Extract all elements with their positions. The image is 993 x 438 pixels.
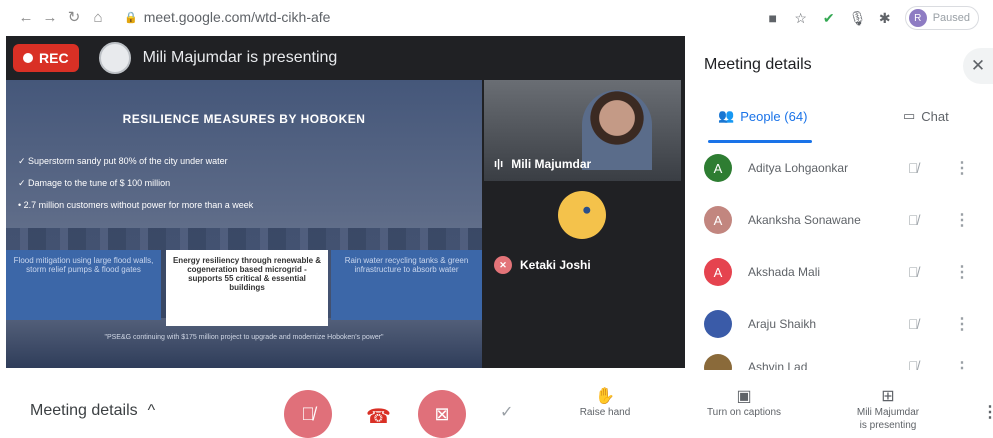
- captions-label: Turn on captions: [706, 407, 782, 418]
- people-icon: 👥: [718, 108, 735, 123]
- slide-bullets: ✓ Superstorm sandy put 80% of the city u…: [18, 150, 253, 216]
- participant-name: Araju Shaikh: [748, 317, 817, 331]
- record-dot-icon: [23, 53, 33, 63]
- mic-off-icon[interactable]: 🎙̸: [908, 316, 919, 332]
- slide-bullet: • 2.7 million customers without power fo…: [18, 200, 254, 210]
- camera-icon[interactable]: ■: [765, 10, 781, 26]
- close-icon[interactable]: ✕: [963, 48, 993, 84]
- reload-icon[interactable]: ↻: [62, 8, 86, 26]
- slide-box-rainwater: Rain water recycling tanks & green infra…: [331, 250, 482, 320]
- puzzle-icon[interactable]: ✱: [877, 10, 893, 27]
- presenting-title: Mili Majumdar is presenting: [142, 49, 338, 66]
- participant-name: Aditya Lohgaonkar: [748, 161, 849, 175]
- panel-tabs: 👥 People (64) ▭ Chat: [686, 104, 993, 143]
- profile-button[interactable]: R Paused: [904, 6, 979, 30]
- present-screen-icon: ⊞: [881, 388, 895, 405]
- presenting-line2: is presenting: [859, 420, 917, 431]
- participant-video: [582, 90, 652, 170]
- forward-arrow-icon[interactable]: →: [38, 9, 62, 26]
- people-list: A Aditya Lohgaonkar 🎙̸ ⋮ A Akanksha Sona…: [686, 142, 993, 374]
- rec-label: REC: [39, 50, 69, 66]
- recording-badge: REC: [13, 44, 79, 72]
- meeting-details-toggle[interactable]: Meeting details ^: [30, 402, 155, 420]
- meeting-stage: REC Mili Majumdar is presenting RESILIEN…: [6, 36, 685, 368]
- slide-box-energy: Energy resiliency through renewable & co…: [166, 250, 328, 326]
- participant-name: Akshada Mali: [748, 265, 821, 279]
- presenting-line1: Mili Majumdar: [856, 407, 920, 418]
- tile-name: Mili Majumdar: [511, 157, 592, 171]
- mic-off-icon[interactable]: 🎙̸: [908, 264, 919, 280]
- mic-off-icon[interactable]: 🎙̸: [908, 160, 919, 176]
- raise-hand-label: Raise hand: [579, 407, 631, 418]
- tab-people-label: People (64): [740, 108, 808, 124]
- captions-icon: ▣: [736, 388, 752, 405]
- back-arrow-icon[interactable]: ←: [14, 9, 38, 26]
- profile-status: Paused: [932, 12, 970, 24]
- more-options-icon[interactable]: ⋮: [954, 210, 970, 230]
- participant-avatar: [558, 191, 606, 239]
- slide-boxes: Flood mitigation using large flood walls…: [6, 250, 482, 326]
- captions-button[interactable]: ▣ Turn on captions: [692, 388, 796, 419]
- mic-toggle-button[interactable]: 🎙̸: [284, 390, 332, 438]
- avatar: A: [704, 206, 732, 234]
- hand-icon: ✋: [595, 388, 615, 405]
- tab-chat-label: Chat: [921, 108, 949, 124]
- check-icon[interactable]: ✓: [500, 402, 513, 422]
- tile-label: ✕ Ketaki Joshi: [494, 256, 591, 274]
- check-extension-icon[interactable]: ✔: [821, 10, 837, 27]
- participant-name: Akanksha Sonawane: [748, 213, 861, 227]
- mic-extension-icon[interactable]: 🎙: [849, 10, 867, 27]
- home-icon[interactable]: ⌂: [86, 9, 110, 26]
- mic-off-icon[interactable]: 🎙̸: [908, 212, 919, 228]
- lock-icon: 🔒: [124, 11, 138, 24]
- mic-off-icon: 🎙̸: [301, 403, 315, 424]
- shared-slide: RESILIENCE MEASURES BY HOBOKEN ✓ Superst…: [6, 80, 482, 368]
- control-bar: Meeting details ^ 🎙̸ ☎ ⊠ ✓ ✋ Raise hand …: [0, 370, 993, 438]
- hang-up-button[interactable]: ☎: [366, 404, 391, 429]
- browser-toolbar: ← → ↻ ⌂ 🔒 meet.google.com/wtd-cikh-afe ■…: [0, 0, 993, 34]
- stage-header: REC Mili Majumdar is presenting: [6, 36, 685, 80]
- slide-bullet: ✓ Superstorm sandy put 80% of the city u…: [18, 156, 228, 166]
- slide-bullet: ✓ Damage to the tune of $ 100 million: [18, 178, 171, 188]
- chat-icon: ▭: [903, 108, 916, 123]
- participant-tile[interactable]: ✕ Ketaki Joshi: [484, 183, 681, 284]
- url-text: meet.google.com/wtd-cikh-afe: [143, 9, 331, 25]
- star-icon[interactable]: ☆: [793, 10, 809, 27]
- present-status-button[interactable]: ⊞ Mili Majumdar is presenting: [840, 388, 936, 432]
- more-options-icon[interactable]: ⋮: [954, 158, 970, 178]
- address-bar[interactable]: 🔒 meet.google.com/wtd-cikh-afe: [124, 9, 330, 25]
- list-item[interactable]: A Aditya Lohgaonkar 🎙̸ ⋮: [686, 142, 993, 194]
- list-item[interactable]: A Akanksha Sonawane 🎙̸ ⋮: [686, 194, 993, 246]
- avatar: A: [704, 154, 732, 182]
- tab-people[interactable]: 👥 People (64): [718, 108, 807, 124]
- participant-tile[interactable]: ı|ı Mili Majumdar: [484, 80, 681, 181]
- more-options-icon[interactable]: ⋮: [982, 402, 993, 422]
- slide-footer: "PSE&G continuing with $175 million proj…: [104, 334, 384, 341]
- panel-title: Meeting details: [704, 56, 812, 73]
- camera-off-icon: ⊠: [434, 403, 450, 424]
- camera-toggle-button[interactable]: ⊠: [418, 390, 466, 438]
- list-item[interactable]: Araju Shaikh 🎙̸ ⋮: [686, 298, 993, 350]
- browser-extensions: ■ ☆ ✔ 🎙 ✱ R Paused: [765, 6, 979, 30]
- more-options-icon[interactable]: ⋮: [954, 262, 970, 282]
- slide-title: RESILIENCE MEASURES BY HOBOKEN: [122, 112, 366, 126]
- speaking-wave-icon: ı|ı: [494, 158, 504, 170]
- avatar: [704, 310, 732, 338]
- raise-hand-button[interactable]: ✋ Raise hand: [572, 388, 638, 419]
- chevron-up-icon: ^: [147, 402, 156, 419]
- avatar: A: [704, 258, 732, 286]
- meeting-details-label: Meeting details: [30, 402, 138, 419]
- tile-name: Ketaki Joshi: [520, 258, 591, 272]
- more-options-icon[interactable]: ⋮: [954, 314, 970, 334]
- meeting-details-panel: Meeting details ✕ 👥 People (64) ▭ Chat A…: [686, 36, 993, 374]
- slide-box-flood: Flood mitigation using large flood walls…: [6, 250, 161, 320]
- profile-avatar: R: [908, 9, 927, 27]
- muted-mic-icon: ✕: [494, 256, 512, 274]
- tab-chat[interactable]: ▭ Chat: [903, 108, 949, 124]
- presenter-avatar: [98, 42, 131, 74]
- list-item[interactable]: A Akshada Mali 🎙̸ ⋮: [686, 246, 993, 298]
- tile-label: ı|ı Mili Majumdar: [494, 157, 591, 171]
